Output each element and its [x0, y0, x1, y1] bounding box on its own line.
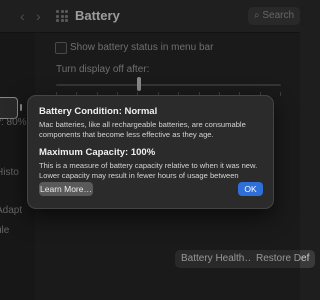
- capacity-title: Maximum Capacity: 100%: [39, 147, 156, 158]
- learn-more-button[interactable]: Learn More…: [39, 182, 93, 196]
- condition-text: Mac batteries, like all rechargeable bat…: [39, 120, 246, 139]
- condition-title: Battery Condition: Normal: [39, 106, 158, 117]
- ok-button[interactable]: OK: [238, 182, 263, 196]
- battery-condition-dialog: Battery Condition: Normal Mac batteries,…: [27, 95, 274, 209]
